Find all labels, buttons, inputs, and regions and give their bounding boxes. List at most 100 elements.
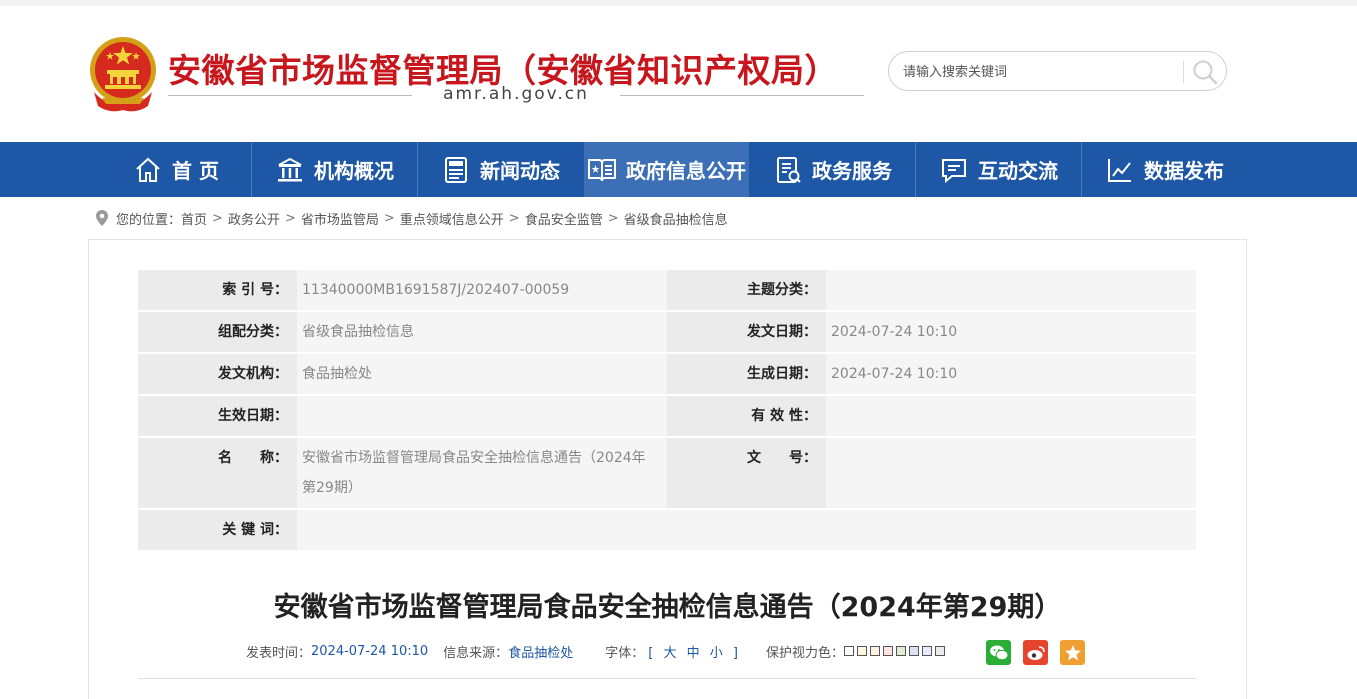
wechat-share-button[interactable] xyxy=(986,640,1011,665)
breadcrumb-key-areas[interactable]: 重点领域信息公开 xyxy=(400,209,504,228)
breadcrumb: 您的位置： 首页 > 政务公开 > 省市场监管局 > 重点领域信息公开 > 食品… xyxy=(95,208,728,228)
meta-row: 生效日期： 有 效 性： xyxy=(138,396,1196,436)
nav-services[interactable]: 政务服务 xyxy=(750,142,915,197)
issuer-label: 发文机构： xyxy=(138,354,297,394)
font-large-button[interactable]: 大 xyxy=(663,646,676,661)
weibo-icon xyxy=(1027,645,1045,660)
validity-value xyxy=(826,396,1196,436)
weibo-share-button[interactable] xyxy=(1023,640,1048,665)
breadcrumb-separator: > xyxy=(508,210,520,226)
source-label: 信息来源： xyxy=(443,645,509,661)
chat-icon xyxy=(939,155,969,185)
color-swatch[interactable] xyxy=(857,646,867,656)
eye-care-swatches xyxy=(844,646,948,656)
font-bracket-close: ] xyxy=(732,645,738,661)
group-value: 省级食品抽检信息 xyxy=(297,312,667,352)
star-icon xyxy=(1064,644,1081,660)
doc-no-value xyxy=(826,438,1196,508)
nav-data-label: 数据发布 xyxy=(1144,159,1224,183)
site-header: 安徽省市场监督管理局（安徽省知识产权局） amr.ah.gov.cn xyxy=(0,6,1357,142)
domain-divider-left xyxy=(168,95,412,96)
keywords-value xyxy=(297,510,1196,550)
divider xyxy=(138,678,1196,679)
effective-date-label: 生效日期： xyxy=(138,396,297,436)
location-pin-icon xyxy=(96,210,108,226)
news-icon xyxy=(441,155,471,185)
effective-date-value xyxy=(297,396,667,436)
building-icon xyxy=(275,155,305,185)
nav-services-label: 政务服务 xyxy=(812,159,892,183)
source-value[interactable]: 食品抽检处 xyxy=(508,642,573,661)
article-info-bar: 发表时间： 2024-07-24 10:10 信息来源： 食品抽检处 字体： [… xyxy=(246,640,948,662)
meta-row: 组配分类： 省级食品抽检信息 发文日期： 2024-07-24 10:10 xyxy=(138,312,1196,352)
domain-divider-right xyxy=(620,95,864,96)
font-small-button[interactable]: 小 xyxy=(710,646,723,661)
site-domain: amr.ah.gov.cn xyxy=(443,84,589,104)
topic-value xyxy=(826,270,1196,310)
chart-icon xyxy=(1105,155,1135,185)
color-swatch[interactable] xyxy=(883,646,893,656)
topic-label: 主题分类： xyxy=(667,270,826,310)
color-swatch[interactable] xyxy=(922,646,932,656)
eye-care-color-label: 保护视力色： xyxy=(765,645,844,661)
keywords-label: 关 键 词： xyxy=(138,510,297,550)
issuer-value: 食品抽检处 xyxy=(297,354,667,394)
meta-row: 发文机构： 食品抽检处 生成日期： 2024-07-24 10:10 xyxy=(138,354,1196,394)
nav-gov-info[interactable]: 政府信息公开 xyxy=(584,142,749,197)
share-buttons xyxy=(986,640,1097,665)
name-label: 名 称： xyxy=(138,438,297,508)
doc-no-label: 文 号： xyxy=(667,438,826,508)
nav-data[interactable]: 数据发布 xyxy=(1082,142,1247,197)
breadcrumb-food-safety[interactable]: 食品安全监管 xyxy=(525,209,603,228)
breadcrumb-prefix: 您的位置： xyxy=(116,212,182,228)
name-value: 安徽省市场监督管理局食品安全抽检信息通告（2024年第29期） xyxy=(297,438,667,508)
meta-row: 关 键 词： xyxy=(138,510,1196,550)
index-no-label: 索 引 号： xyxy=(138,270,297,310)
color-swatch[interactable] xyxy=(870,646,880,656)
color-swatch[interactable] xyxy=(844,646,854,656)
index-no-value: 11340000MB1691587J/202407-00059 xyxy=(297,270,667,310)
nav-interaction-label: 互动交流 xyxy=(978,159,1058,183)
font-medium-button[interactable]: 中 xyxy=(687,646,700,661)
gen-date-value: 2024-07-24 10:10 xyxy=(826,354,1196,394)
search-divider xyxy=(1183,61,1184,83)
search-input[interactable] xyxy=(903,60,1173,84)
breadcrumb-bureau[interactable]: 省市场监管局 xyxy=(301,209,379,228)
main-nav: 首 页 机构概况 新闻动态 政府信息公开 政务服务 互动交流 数据发布 xyxy=(0,142,1357,197)
issue-date-value: 2024-07-24 10:10 xyxy=(826,312,1196,352)
color-swatch[interactable] xyxy=(935,646,945,656)
breadcrumb-separator: > xyxy=(607,210,619,226)
breadcrumb-separator: > xyxy=(212,210,223,226)
nav-gov-info-label: 政府信息公开 xyxy=(626,159,746,183)
nav-news[interactable]: 新闻动态 xyxy=(418,142,583,197)
publish-time-value: 2024-07-24 10:10 xyxy=(311,643,429,659)
color-swatch[interactable] xyxy=(909,646,919,656)
search-icon[interactable] xyxy=(1191,58,1219,86)
validity-label: 有 效 性： xyxy=(667,396,826,436)
breadcrumb-home[interactable]: 首页 xyxy=(181,209,207,228)
group-label: 组配分类： xyxy=(138,312,297,352)
breadcrumb-separator: > xyxy=(284,210,296,226)
search-box xyxy=(888,51,1227,91)
font-bracket-open: [ xyxy=(648,645,654,661)
nav-home-label: 首 页 xyxy=(172,159,219,183)
article-title: 安徽省市场监督管理局食品安全抽检信息通告（2024年第29期） xyxy=(273,592,1062,623)
color-swatch[interactable] xyxy=(896,646,906,656)
nav-org-label: 机构概况 xyxy=(314,159,394,183)
gen-date-label: 生成日期： xyxy=(667,354,826,394)
nav-news-label: 新闻动态 xyxy=(480,159,560,183)
meta-row: 名 称： 安徽省市场监督管理局食品安全抽检信息通告（2024年第29期） 文 号… xyxy=(138,438,1196,508)
favorite-button[interactable] xyxy=(1060,640,1085,665)
nav-org[interactable]: 机构概况 xyxy=(252,142,417,197)
national-emblem-icon xyxy=(90,37,156,112)
home-icon xyxy=(133,155,163,185)
breadcrumb-current[interactable]: 省级食品抽检信息 xyxy=(624,209,728,228)
breadcrumb-gov-open[interactable]: 政务公开 xyxy=(228,209,280,228)
nav-home[interactable]: 首 页 xyxy=(101,142,251,197)
issue-date-label: 发文日期： xyxy=(667,312,826,352)
publish-time-label: 发表时间： xyxy=(246,645,312,661)
font-size-label: 字体： xyxy=(605,645,645,661)
wechat-icon xyxy=(989,645,1008,660)
breadcrumb-separator: > xyxy=(383,210,395,226)
nav-interaction[interactable]: 互动交流 xyxy=(916,142,1081,197)
